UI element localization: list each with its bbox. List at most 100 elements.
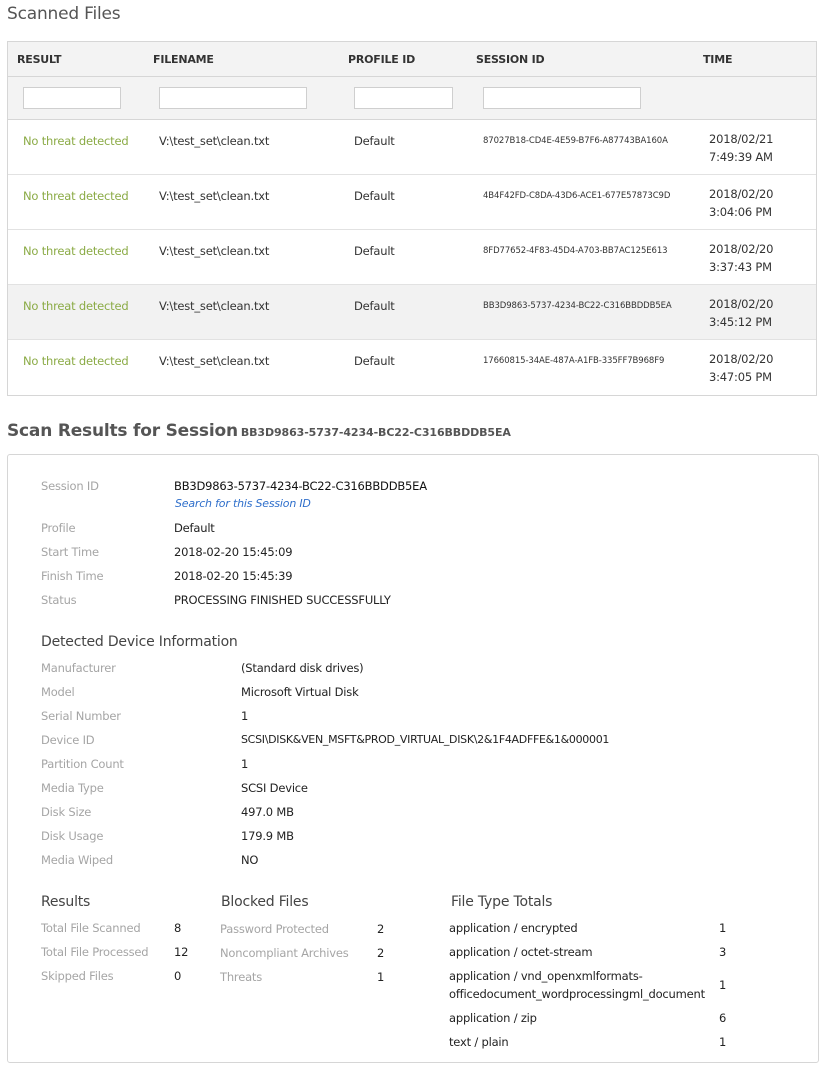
time-cell: 2018/02/20 3:37:43 PM: [709, 240, 773, 276]
session-cell[interactable]: 87027B18-CD4E-4E59-B7F6-A87743BA160A: [483, 136, 668, 146]
search-session-link[interactable]: Search for this Session ID: [175, 497, 311, 510]
session-cell[interactable]: 8FD77652-4F83-45D4-A703-BB7AC125E613: [483, 246, 668, 256]
status-value: PROCESSING FINISHED SUCCESSFULLY: [174, 593, 391, 607]
session-cell[interactable]: 4B4F42FD-C8DA-43D6-ACE1-677E57873C9D: [483, 191, 670, 201]
table-row[interactable]: No threat detected V:\test_set\clean.txt…: [8, 340, 816, 395]
time-text: 3:37:43 PM: [709, 260, 772, 274]
device-label: Disk Size: [41, 805, 92, 819]
result-cell: No threat detected: [23, 354, 129, 368]
results-value: 0: [174, 969, 182, 983]
time-text: 3:04:06 PM: [709, 205, 772, 219]
time-cell: 2018/02/20 3:45:12 PM: [709, 295, 773, 331]
result-cell: No threat detected: [23, 244, 129, 258]
column-header-time[interactable]: TIME: [703, 53, 732, 66]
filename-cell: V:\test_set\clean.txt: [159, 189, 270, 203]
result-cell: No threat detected: [23, 189, 129, 203]
device-label: Manufacturer: [41, 661, 116, 675]
session-title-id: BB3D9863-5737-4234-BC22-C316BBDDB5EA: [240, 426, 511, 439]
filter-session-input[interactable]: [483, 87, 641, 109]
session-id-label: Session ID: [41, 479, 99, 493]
profile-cell: Default: [354, 299, 395, 313]
filetype-label: text / plain: [449, 1035, 509, 1049]
date-text: 2018/02/21: [709, 132, 774, 146]
device-info-heading: Detected Device Information: [41, 634, 238, 650]
column-header-filename[interactable]: FILENAME: [153, 53, 214, 66]
profile-cell: Default: [354, 244, 395, 258]
column-header-session-id[interactable]: SESSION ID: [476, 53, 545, 66]
scanned-files-table: RESULT FILENAME PROFILE ID SESSION ID TI…: [7, 41, 817, 396]
device-label: Device ID: [41, 733, 95, 747]
results-label: Total File Scanned: [41, 921, 141, 935]
date-text: 2018/02/20: [709, 187, 774, 201]
session-details-panel: [7, 454, 819, 1063]
result-cell: No threat detected: [23, 134, 129, 148]
filename-cell: V:\test_set\clean.txt: [159, 299, 270, 313]
table-row[interactable]: No threat detected V:\test_set\clean.txt…: [8, 175, 816, 230]
device-label: Model: [41, 685, 75, 699]
blocked-files-heading: Blocked Files: [221, 894, 309, 910]
time-cell: 2018/02/20 3:47:05 PM: [709, 350, 773, 386]
session-cell[interactable]: 17660815-34AE-487A-A1FB-335FF7B968F9: [483, 356, 664, 366]
filetype-label-cont: officedocument_wordprocessingml_document: [449, 987, 705, 1001]
device-label: Media Wiped: [41, 853, 113, 867]
page-title: Scanned Files: [7, 4, 121, 24]
filetype-count: 6: [719, 1011, 727, 1025]
filetype-count: 1: [719, 921, 727, 935]
start-time-value: 2018-02-20 15:45:09: [174, 545, 293, 559]
device-value: 1: [241, 757, 249, 771]
status-label: Status: [41, 593, 77, 607]
time-text: 3:47:05 PM: [709, 370, 772, 384]
blocked-label: Threats: [220, 970, 263, 984]
filetype-label: application / octet-stream: [449, 945, 593, 959]
filter-profile-input[interactable]: [354, 87, 453, 109]
results-label: Total File Processed: [41, 945, 149, 959]
blocked-value: 1: [377, 970, 385, 984]
filetype-label: application / vnd_openxmlformats-: [449, 969, 643, 983]
filename-cell: V:\test_set\clean.txt: [159, 244, 270, 258]
device-value: 1: [241, 709, 249, 723]
results-value: 8: [174, 921, 182, 935]
time-text: 3:45:12 PM: [709, 315, 772, 329]
blocked-label: Password Protected: [220, 922, 329, 936]
filetype-label: application / encrypted: [449, 921, 578, 935]
table-header: RESULT FILENAME PROFILE ID SESSION ID TI…: [8, 42, 816, 77]
date-text: 2018/02/20: [709, 297, 774, 311]
blocked-value: 2: [377, 946, 385, 960]
time-text: 7:49:39 AM: [709, 150, 773, 164]
profile-cell: Default: [354, 354, 395, 368]
table-row[interactable]: No threat detected V:\test_set\clean.txt…: [8, 230, 816, 285]
filetype-count: 1: [719, 1035, 727, 1049]
results-heading: Results: [41, 894, 91, 910]
blocked-label: Noncompliant Archives: [220, 946, 349, 960]
column-header-result[interactable]: RESULT: [17, 53, 62, 66]
device-value: 179.9 MB: [241, 829, 294, 843]
result-cell: No threat detected: [23, 299, 129, 313]
results-label: Skipped Files: [41, 969, 114, 983]
device-value: NO: [241, 853, 259, 867]
session-section-title: Scan Results for Session BB3D9863-5737-42…: [7, 421, 511, 441]
profile-cell: Default: [354, 134, 395, 148]
device-value: 497.0 MB: [241, 805, 294, 819]
device-label: Media Type: [41, 781, 104, 795]
filter-filename-input[interactable]: [159, 87, 307, 109]
session-cell[interactable]: BB3D9863-5737-4234-BC22-C316BBDDB5EA: [483, 301, 672, 311]
session-id-value: BB3D9863-5737-4234-BC22-C316BBDDB5EA: [174, 479, 427, 493]
table-row-selected[interactable]: No threat detected V:\test_set\clean.txt…: [8, 285, 816, 340]
filter-row: [8, 77, 816, 120]
blocked-value: 2: [377, 922, 385, 936]
device-label: Serial Number: [41, 709, 121, 723]
device-value: SCSI\DISK&VEN_MSFT&PROD_VIRTUAL_DISK\2&1…: [241, 733, 610, 746]
file-type-totals-heading: File Type Totals: [451, 894, 553, 910]
filename-cell: V:\test_set\clean.txt: [159, 354, 270, 368]
time-cell: 2018/02/21 7:49:39 AM: [709, 130, 773, 166]
profile-value: Default: [174, 521, 215, 535]
time-cell: 2018/02/20 3:04:06 PM: [709, 185, 773, 221]
finish-time-value: 2018-02-20 15:45:39: [174, 569, 293, 583]
table-row[interactable]: No threat detected V:\test_set\clean.txt…: [8, 120, 816, 175]
device-value: (Standard disk drives): [241, 661, 364, 675]
results-value: 12: [174, 945, 189, 959]
profile-label: Profile: [41, 521, 76, 535]
filter-result-input[interactable]: [23, 87, 121, 109]
column-header-profile-id[interactable]: PROFILE ID: [348, 53, 415, 66]
filetype-count: 1: [719, 978, 727, 992]
